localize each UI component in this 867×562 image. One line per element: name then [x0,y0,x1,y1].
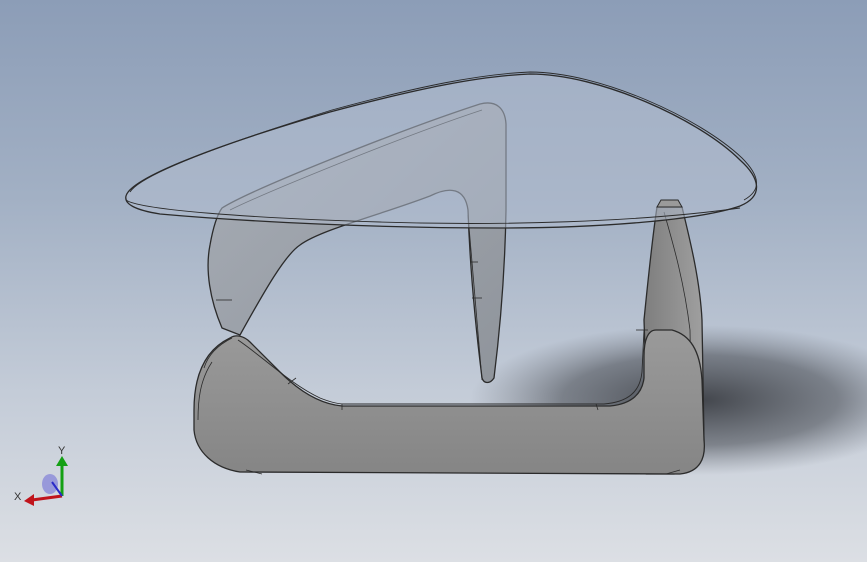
graphics-viewport[interactable]: Y X [0,0,867,562]
reference-triad: Y X [14,445,68,506]
triad-x-label: X [14,491,22,503]
triad-x-axis [31,494,63,502]
right-leg-cap [656,199,683,208]
model-view[interactable] [0,0,867,562]
triad-y-label: Y [58,445,66,457]
